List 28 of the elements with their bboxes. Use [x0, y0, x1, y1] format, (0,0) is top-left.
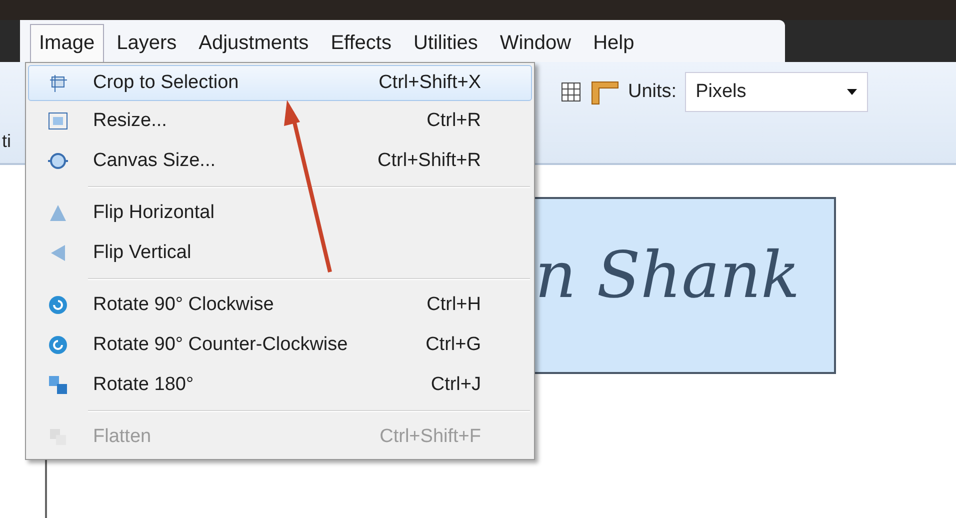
menu-bar-item[interactable]: Window [490, 24, 580, 62]
menu-bar-item[interactable]: Adjustments [190, 24, 318, 62]
units-dropdown[interactable]: Pixels [684, 72, 868, 112]
menu-item[interactable]: Rotate 90° Clockwise Ctrl+H [28, 285, 532, 325]
rotate-counterclockwise-icon [47, 334, 69, 356]
menu-item[interactable]: Rotate 180° Ctrl+J [28, 365, 532, 405]
squares-icon [47, 374, 69, 396]
menu-bar-item[interactable]: Help [584, 24, 644, 62]
menu-item[interactable]: Flip Vertical [28, 233, 532, 273]
signature: n Shank [535, 238, 800, 314]
menu-bar-item[interactable]: Layers [108, 24, 186, 62]
grid-icon[interactable] [560, 81, 582, 103]
rotate-clockwise-icon [47, 294, 69, 316]
menu-item[interactable]: Crop to Selection Ctrl+Shift+X [28, 65, 532, 101]
menu-item[interactable]: Rotate 90° Counter-Clockwise Ctrl+G [28, 325, 532, 365]
menu-item[interactable]: Flip Horizontal [28, 193, 532, 233]
crop-icon [47, 72, 69, 94]
menu-bar-item[interactable]: Utilities [404, 24, 487, 62]
canvas-size-icon [47, 150, 69, 172]
menu-bar-item[interactable]: Effects [322, 24, 400, 62]
ruler-icon[interactable] [590, 79, 620, 105]
menu-item[interactable]: Canvas Size... Ctrl+Shift+R [28, 141, 532, 181]
menu-bar-item[interactable]: Image [30, 24, 104, 62]
menu-item[interactable]: Resize... Ctrl+R [28, 101, 532, 141]
dropdown-arrow-icon [846, 89, 857, 95]
units-label: Units: [628, 80, 677, 104]
resize-icon [47, 110, 69, 132]
toolbar-label: ti [2, 130, 11, 153]
